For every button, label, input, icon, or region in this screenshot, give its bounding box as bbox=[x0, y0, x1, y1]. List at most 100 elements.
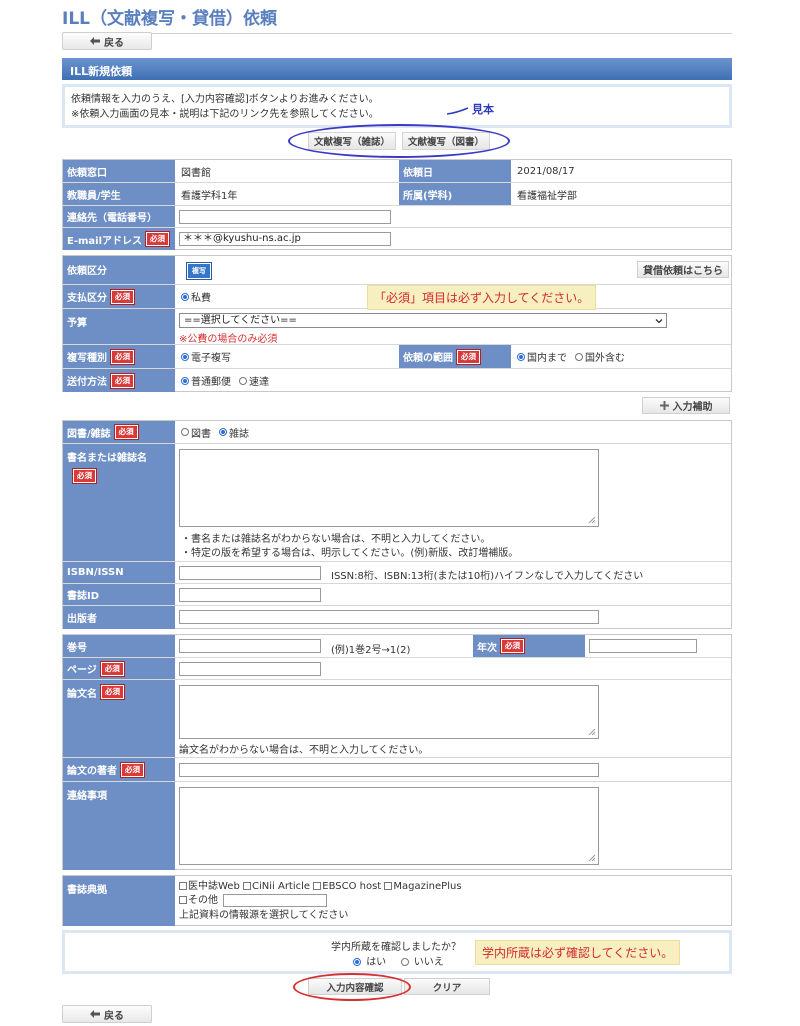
confirm-yes-label: はい bbox=[366, 957, 387, 968]
copy-label: 複写種別 bbox=[67, 353, 107, 364]
window-value: 図書館 bbox=[181, 167, 211, 179]
page-input[interactable] bbox=[179, 662, 321, 676]
intro-box: 依頼情報を入力のうえ、[入力内容確認]ボタンよりお進みください。 ※依頼入力画面… bbox=[62, 84, 732, 128]
required-badge: 必須 bbox=[120, 761, 145, 778]
row-copy: 複写種別 必須 電子複写 依頼の範囲 必須 国内まで 国外含む bbox=[63, 345, 731, 369]
volume-input[interactable] bbox=[179, 639, 321, 653]
type-copy-badge[interactable]: 複写 bbox=[186, 262, 212, 280]
row-volume: 巻号 (例)1巻2号→1(2) 年次 必須 bbox=[63, 635, 731, 658]
requester-block: 依頼窓口 図書館 依頼日 2021/08/17 教職員/学生 看護学科1年 所属… bbox=[62, 159, 732, 250]
phone-input[interactable] bbox=[179, 210, 391, 224]
article-title-textarea[interactable] bbox=[179, 685, 599, 739]
source-cinii-label: CiNii Article bbox=[252, 881, 311, 892]
article-title-label: 論文名 bbox=[67, 689, 97, 700]
email-input[interactable]: ＊＊＊@kyushu-ns.ac.jp bbox=[179, 232, 391, 246]
row-email: E-mailアドレス 必須 ＊＊＊@kyushu-ns.ac.jp bbox=[63, 228, 731, 250]
budget-selected-value: ==選択してください== bbox=[184, 315, 297, 326]
confirm-options: はい いいえ bbox=[353, 953, 444, 968]
annotation-oval-samples bbox=[288, 124, 510, 158]
bibid-input[interactable] bbox=[179, 588, 321, 602]
type-label: 依頼区分 bbox=[63, 256, 175, 284]
scope-domestic-label: 国内まで bbox=[527, 353, 567, 364]
budget-select[interactable]: ==選択してください== bbox=[179, 313, 667, 328]
resize-grip-icon[interactable] bbox=[588, 854, 596, 862]
kind-journal-radio[interactable] bbox=[219, 428, 227, 436]
row-source: 書誌典拠 医中誌Web CiNii Article EBSCO host Mag… bbox=[63, 876, 731, 926]
loan-request-link[interactable]: 貸借依頼はこちら bbox=[637, 261, 729, 278]
row-window: 依頼窓口 図書館 依頼日 2021/08/17 bbox=[63, 160, 731, 183]
confirm-no-label: いいえ bbox=[413, 957, 444, 968]
scope-label: 依頼の範囲 bbox=[403, 353, 453, 364]
confirm-yes-radio[interactable] bbox=[353, 958, 361, 966]
back-button-top[interactable]: 戻る bbox=[62, 32, 152, 50]
source-other-label: その他 bbox=[188, 895, 218, 906]
year-input[interactable] bbox=[589, 639, 697, 653]
source-block: 書誌典拠 医中誌Web CiNii Article EBSCO host Mag… bbox=[62, 875, 732, 926]
date-value: 2021/08/17 bbox=[517, 165, 575, 177]
source-other-input[interactable] bbox=[223, 894, 327, 907]
item-block: 図書/雑誌 必須 図書 雑誌 書名または雑誌名 必須 ・書名または雑誌名がわから… bbox=[62, 420, 732, 629]
source-magazineplus-checkbox[interactable] bbox=[384, 882, 393, 890]
pay-label-cell: 支払区分 必須 bbox=[63, 285, 175, 308]
source-label: 書誌典拠 bbox=[63, 876, 175, 926]
row-phone: 連絡先（電話番号） bbox=[63, 206, 731, 228]
isbn-input[interactable] bbox=[179, 566, 321, 580]
required-badge: 必須 bbox=[110, 372, 135, 389]
author-input[interactable] bbox=[179, 763, 599, 777]
row-budget: 予算 ==選択してください== ※公費の場合のみ必須 bbox=[63, 309, 731, 345]
email-label: E-mailアドレス bbox=[67, 235, 143, 247]
ship-options: 普通郵便 速達 bbox=[175, 369, 415, 392]
kind-options: 図書 雑誌 bbox=[175, 421, 415, 443]
required-badge: 必須 bbox=[110, 348, 135, 365]
source-magazineplus-label: MagazinePlus bbox=[393, 881, 462, 892]
back-label: 戻る bbox=[104, 1010, 124, 1022]
source-ebsco-checkbox[interactable] bbox=[313, 882, 322, 890]
dept-value: 看護福祉学部 bbox=[517, 190, 577, 202]
required-badge: 必須 bbox=[99, 660, 125, 677]
isbn-label: ISBN/ISSN bbox=[63, 562, 175, 583]
back-button-bottom[interactable]: 戻る bbox=[62, 1005, 152, 1023]
source-other-checkbox[interactable] bbox=[179, 896, 187, 904]
scope-overseas-radio[interactable] bbox=[575, 352, 583, 361]
kind-book-radio[interactable] bbox=[181, 428, 189, 436]
resize-grip-icon[interactable] bbox=[588, 728, 596, 736]
year-label-cell: 年次 必須 bbox=[473, 635, 585, 657]
author-label-cell: 論文の著者 必須 bbox=[63, 758, 175, 781]
intro-line-2: ※依頼入力画面の見本・説明は下記のリンク先を参照してください。 bbox=[71, 109, 379, 120]
required-badge: 必須 bbox=[456, 348, 481, 365]
status-value: 看護学科1年 bbox=[181, 190, 238, 202]
publisher-input[interactable] bbox=[179, 610, 599, 624]
confirm-callout: 学内所蔵は必ず確認してください。 bbox=[475, 940, 681, 965]
row-ship: 送付方法 必須 普通郵便 速達 bbox=[63, 369, 731, 392]
source-ichushi-checkbox[interactable] bbox=[179, 882, 187, 890]
row-article-title: 論文名 必須 論文名がわからない場合は、不明と入力してください。 bbox=[63, 680, 731, 758]
scope-domestic-radio[interactable] bbox=[517, 352, 525, 361]
title-label-cell: 書名または雑誌名 必須 bbox=[63, 444, 175, 561]
scope-label-cell: 依頼の範囲 必須 bbox=[399, 345, 511, 368]
title-textarea[interactable] bbox=[179, 449, 599, 527]
kind-journal-label: 雑誌 bbox=[229, 428, 249, 440]
ship-normal-radio[interactable] bbox=[181, 376, 189, 385]
kind-label-cell: 図書/雑誌 必須 bbox=[63, 421, 175, 443]
page-title: ILL（文献複写・貸借）依頼 bbox=[62, 4, 732, 34]
ship-express-radio[interactable] bbox=[239, 376, 247, 385]
copy-options: 電子複写 bbox=[175, 345, 399, 368]
input-assist-button[interactable]: 入力補助 bbox=[642, 397, 730, 414]
source-cinii-checkbox[interactable] bbox=[243, 882, 251, 890]
budget-note: ※公費の場合のみ必須 bbox=[179, 334, 278, 345]
volume-label: 巻号 bbox=[63, 635, 175, 657]
article-block: 巻号 (例)1巻2号→1(2) 年次 必須 ページ 必須 論文名 必須 論文名が… bbox=[62, 634, 732, 870]
copy-electronic-radio[interactable] bbox=[181, 352, 189, 361]
resize-grip-icon[interactable] bbox=[588, 516, 596, 524]
scope-overseas-label: 国外含む bbox=[585, 353, 625, 364]
title-help-2: ・特定の版を希望する場合は、明示してください。(例)新版、改訂増補版。 bbox=[181, 548, 519, 559]
required-badge: 必須 bbox=[72, 468, 97, 484]
clear-button[interactable]: クリア bbox=[404, 978, 490, 995]
pay-private-radio[interactable] bbox=[181, 292, 189, 301]
notes-textarea[interactable] bbox=[179, 787, 599, 865]
email-label-cell: E-mailアドレス 必須 bbox=[63, 228, 175, 250]
input-assist-label: 入力補助 bbox=[672, 402, 713, 413]
row-author: 論文の著者 必須 bbox=[63, 758, 731, 782]
dept-label: 所属(学科) bbox=[399, 183, 511, 205]
confirm-no-radio[interactable] bbox=[400, 958, 409, 966]
